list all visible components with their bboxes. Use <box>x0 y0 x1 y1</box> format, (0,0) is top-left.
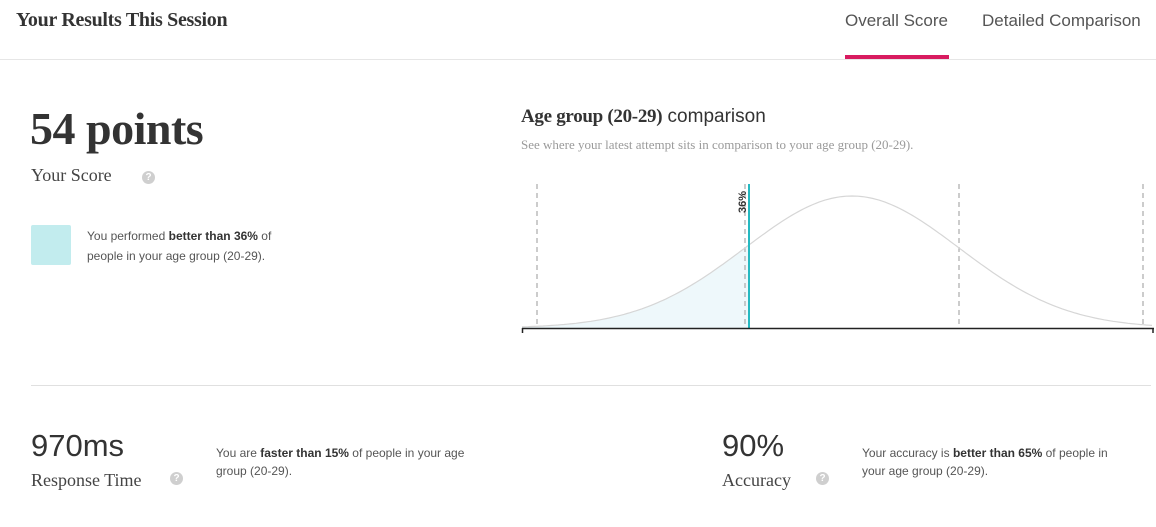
response-time-text-emphasis: faster than 15% <box>260 446 349 460</box>
question-circle-icon[interactable]: ? <box>170 472 183 485</box>
comparison-title-rest: comparison <box>662 106 766 127</box>
response-time-value: 970ms <box>31 428 125 463</box>
accuracy-label: Accuracy <box>722 470 791 490</box>
comparison-subtitle: See where your latest attempt sits in co… <box>521 137 914 152</box>
response-time-label: Response Time <box>31 470 142 490</box>
score-marker-label: 36% <box>737 191 749 213</box>
comparison-title: Age group (20-29) comparison <box>521 106 766 128</box>
distribution-area-fill <box>522 244 749 328</box>
section-divider <box>31 385 1151 386</box>
percentile-text-prefix: You performed <box>87 229 169 243</box>
accuracy-description: Your accuracy is better than 65% of peop… <box>862 444 1132 480</box>
distribution-curve <box>521 195 1153 328</box>
question-circle-icon[interactable]: ? <box>816 472 829 485</box>
comparison-title-strong: Age group (20-29) <box>521 106 663 127</box>
accuracy-text-emphasis: better than 65% <box>952 446 1043 460</box>
results-header: Your Results This Session Overall Score … <box>0 0 1156 60</box>
tab-detailed-comparison[interactable]: Detailed Comparison <box>982 11 1141 31</box>
tab-overall-score[interactable]: Overall Score <box>845 11 948 31</box>
percentile-swatch <box>31 225 71 265</box>
accuracy-text-prefix: Your accuracy is <box>862 446 953 460</box>
score-value: 54 points <box>30 103 204 154</box>
response-time-text-prefix: You are <box>216 446 261 460</box>
percentile-description: You performed better than 36% of people … <box>87 226 307 266</box>
accuracy-value: 90% <box>722 428 785 463</box>
question-circle-icon[interactable]: ? <box>142 171 155 184</box>
page-title: Your Results This Session <box>16 9 228 31</box>
score-label: Your Score <box>31 165 112 185</box>
response-time-description: You are faster than 15% of people in you… <box>216 444 486 480</box>
distribution-chart: 36% <box>521 184 1154 333</box>
active-tab-indicator <box>845 55 949 59</box>
percentile-text-emphasis: better than 36% <box>168 229 258 243</box>
